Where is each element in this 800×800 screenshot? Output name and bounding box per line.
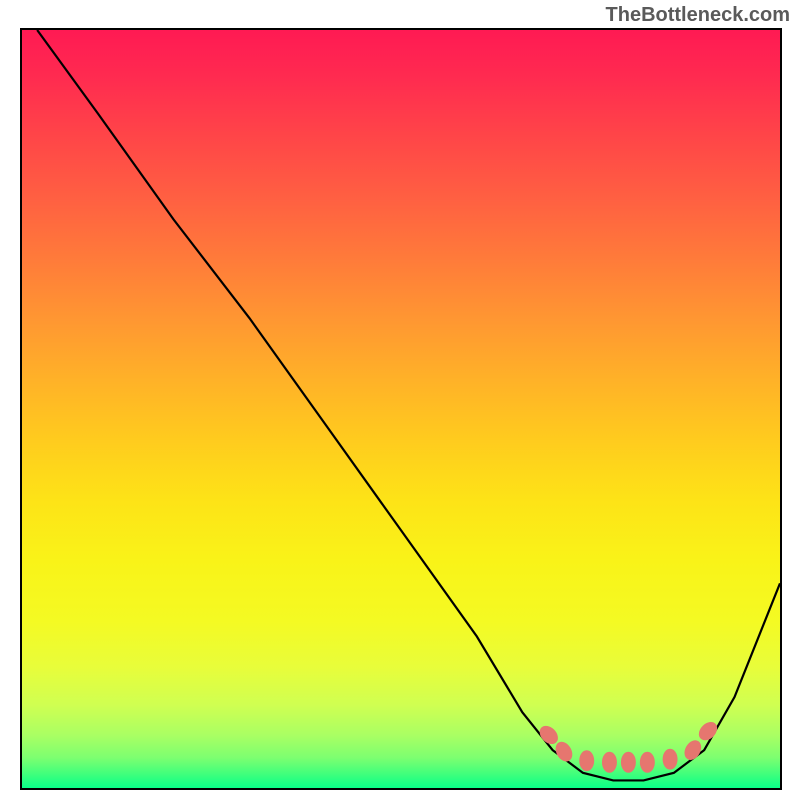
curve-marker: [602, 752, 616, 772]
watermark-text: TheBottleneck.com: [606, 4, 790, 27]
curve-marker: [580, 751, 594, 771]
curve-marker: [640, 752, 654, 772]
marker-group: [537, 719, 720, 772]
chart-plot-area: [20, 28, 782, 790]
curve-marker: [537, 723, 561, 747]
curve-marker: [621, 752, 635, 772]
curve-marker: [696, 719, 720, 743]
bottleneck-curve-line: [37, 30, 780, 780]
curve-svg: [22, 30, 780, 788]
curve-marker: [553, 739, 575, 763]
curve-marker: [682, 738, 704, 762]
curve-marker: [663, 749, 677, 769]
